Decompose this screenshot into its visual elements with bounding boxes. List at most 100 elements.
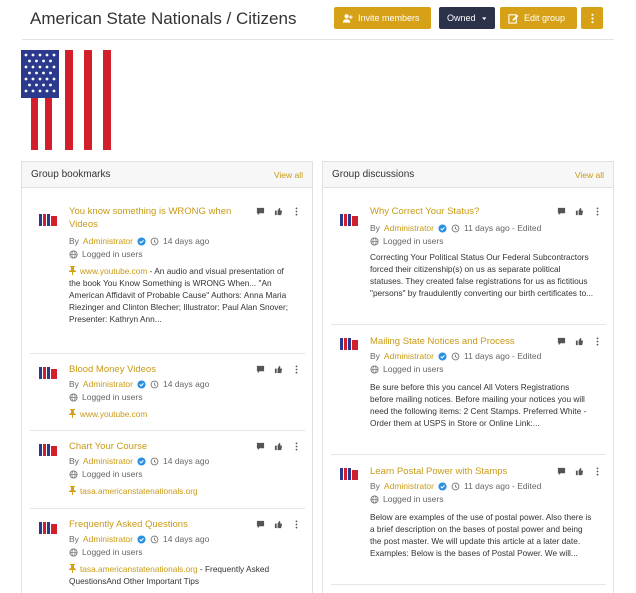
verified-badge-icon — [137, 379, 146, 389]
pin-icon — [69, 486, 76, 495]
invite-members-button[interactable]: Invite members — [334, 7, 431, 29]
group-bookmarks-panel: Group bookmarks View all You know someth… — [21, 161, 313, 593]
more-options-button[interactable] — [581, 7, 603, 29]
like-icon[interactable] — [575, 207, 584, 216]
visibility-label: Logged in users — [82, 547, 143, 557]
author-link[interactable]: Administrator — [83, 456, 133, 466]
comment-icon[interactable] — [256, 207, 265, 216]
visibility-row: Logged in users — [370, 364, 444, 374]
author-link[interactable]: Administrator — [83, 236, 133, 246]
comment-icon[interactable] — [256, 442, 265, 451]
by-label: By — [69, 456, 79, 466]
bookmark-item: Frequently Asked Questions By Administra… — [30, 509, 305, 593]
more-vertical-icon[interactable] — [292, 365, 301, 374]
author-link[interactable]: Administrator — [384, 223, 434, 233]
author-link[interactable]: Administrator — [83, 534, 133, 544]
bookmark-url-link[interactable]: www.youtube.com — [80, 266, 147, 276]
history-icon — [150, 237, 159, 245]
bookmark-title-link[interactable]: Blood Money Videos — [69, 363, 244, 376]
bookmark-url-link[interactable]: tasa.americanstatenationals.org — [80, 564, 198, 574]
more-vertical-icon — [590, 13, 594, 23]
globe-icon — [370, 364, 379, 374]
discussion-item: Mailing State Notices and Process By Adm… — [331, 325, 606, 455]
by-label: By — [69, 534, 79, 544]
discussions-view-all-link[interactable]: View all — [575, 170, 604, 180]
visibility-row: Logged in users — [69, 547, 143, 557]
discussions-panel-header: Group discussions View all — [323, 162, 613, 188]
comment-icon[interactable] — [256, 520, 265, 529]
author-link[interactable]: Administrator — [384, 481, 434, 491]
org-logo-icon — [339, 467, 359, 483]
timestamp: 14 days ago — [163, 534, 210, 544]
org-logo-icon — [339, 337, 359, 353]
visibility-label: Logged in users — [82, 469, 143, 479]
discussion-actions — [557, 337, 602, 346]
more-vertical-icon[interactable] — [292, 520, 301, 529]
history-icon — [150, 380, 159, 388]
pin-icon — [69, 266, 76, 275]
group-avatar-flag — [21, 50, 121, 150]
comment-icon[interactable] — [256, 365, 265, 374]
discussion-title-link[interactable]: Mailing State Notices and Process — [370, 335, 545, 348]
history-icon — [451, 482, 460, 490]
bookmark-title-link[interactable]: Frequently Asked Questions — [69, 518, 244, 531]
like-icon[interactable] — [274, 442, 283, 451]
visibility-label: Logged in users — [82, 249, 143, 259]
owned-dropdown[interactable]: Owned — [439, 7, 495, 29]
by-label: By — [69, 379, 79, 389]
bookmark-actions — [256, 365, 301, 374]
visibility-row: Logged in users — [370, 236, 444, 246]
timestamp: 14 days ago — [163, 236, 210, 246]
globe-icon — [370, 236, 379, 246]
discussion-title-link[interactable]: Learn Postal Power with Stamps — [370, 465, 545, 478]
more-vertical-icon[interactable] — [593, 337, 602, 346]
visibility-label: Logged in users — [82, 392, 143, 402]
discussion-title-link[interactable]: Why Correct Your Status? — [370, 205, 545, 218]
comment-icon[interactable] — [557, 337, 566, 346]
visibility-label: Logged in users — [383, 494, 444, 504]
discussion-actions — [557, 467, 602, 476]
more-vertical-icon[interactable] — [593, 207, 602, 216]
globe-icon — [69, 249, 78, 259]
discussion-excerpt: Below are examples of the use of postal … — [370, 512, 592, 558]
globe-icon — [370, 494, 379, 504]
globe-icon — [69, 469, 78, 479]
verified-badge-icon — [137, 236, 146, 246]
edit-group-button[interactable]: Edit group — [500, 7, 577, 29]
bookmark-actions — [256, 207, 301, 216]
bookmark-title-link[interactable]: Chart Your Course — [69, 440, 244, 453]
discussion-excerpt: Correcting Your Political Status Our Fed… — [370, 252, 594, 298]
history-icon — [150, 535, 159, 543]
comment-icon[interactable] — [557, 467, 566, 476]
org-logo-icon — [339, 213, 359, 229]
more-vertical-icon[interactable] — [292, 442, 301, 451]
group-page: American State Nationals / Citizens Invi… — [0, 0, 636, 593]
more-vertical-icon[interactable] — [593, 467, 602, 476]
bookmark-meta: By Administrator 14 days ago — [69, 379, 209, 389]
bookmark-url-link[interactable]: tasa.americanstatenationals.org — [80, 486, 198, 496]
bookmark-meta: By Administrator 14 days ago — [69, 236, 209, 246]
bookmark-actions — [256, 442, 301, 451]
discussion-item: Why Correct Your Status? By Administrato… — [331, 205, 606, 325]
like-icon[interactable] — [274, 520, 283, 529]
verified-badge-icon — [438, 223, 447, 233]
edit-group-label: Edit group — [524, 13, 566, 23]
bookmark-url-link[interactable]: www.youtube.com — [80, 409, 147, 419]
more-vertical-icon[interactable] — [292, 207, 301, 216]
like-icon[interactable] — [274, 207, 283, 216]
verified-badge-icon — [438, 351, 447, 361]
verified-badge-icon — [137, 534, 146, 544]
author-link[interactable]: Administrator — [83, 379, 133, 389]
bookmarks-view-all-link[interactable]: View all — [274, 170, 303, 180]
author-link[interactable]: Administrator — [384, 351, 434, 361]
bookmark-item: Blood Money Videos By Administrator 14 d… — [30, 354, 305, 431]
like-icon[interactable] — [575, 337, 584, 346]
like-icon[interactable] — [274, 365, 283, 374]
bookmark-title-link[interactable]: You know something is WRONG when Videos — [69, 205, 244, 231]
globe-icon — [69, 392, 78, 402]
like-icon[interactable] — [575, 467, 584, 476]
comment-icon[interactable] — [557, 207, 566, 216]
pin-icon — [69, 409, 76, 418]
bookmark-description: tasa.americanstatenationals.org — [69, 485, 294, 497]
org-logo-icon — [38, 213, 58, 229]
